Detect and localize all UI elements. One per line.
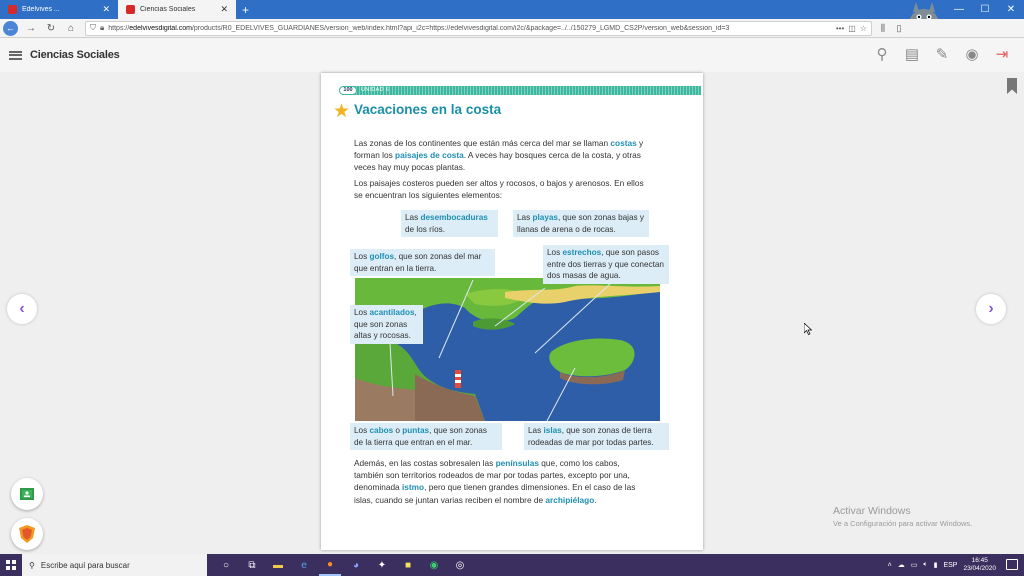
previous-page-button[interactable]: ‹ [7,294,37,324]
more-icon[interactable]: ••• [836,24,844,33]
eye-icon[interactable]: ◉ [962,44,982,64]
cloud-icon[interactable]: ☁ [898,561,905,569]
lock-icon: 🔒︎ [100,23,105,32]
callout-islas: Las islas, que son zonas de tierra rodea… [524,423,669,451]
task-view-icon[interactable]: ⧉ [241,554,263,576]
close-window-icon[interactable]: ✕ [998,0,1024,19]
file-explorer-icon[interactable]: ▬ [267,554,289,576]
address-bar[interactable]: ⛉ 🔒︎ https://edelvivesdigital.com/produc… [85,20,872,36]
app-toolbar: ⚲ ▤ ✎ ◉ ⇥ [872,44,1012,64]
keyword: archipiélago [545,494,595,505]
taskbar-apps: ○ ⧉ ▬ e ● ◕ ✦ ■ ◉ ◎ [215,554,471,576]
edelvives-favicon-icon [126,5,135,14]
browser-toolbar: ← → ↻ ⌂ ⛉ 🔒︎ https://edelvivesdigital.co… [0,19,1024,38]
coast-illustration [355,278,660,421]
callout-playas: Las playas, que son zonas bajas y llanas… [513,210,649,238]
callout-estrechos: Los estrechos, que son pasos entre dos t… [543,245,669,284]
unit-label: UNIDAD 6 [361,87,390,93]
toolbar-extensions: ⫼ ▯ [876,23,1024,34]
chevron-up-icon[interactable]: ˄ [888,562,892,569]
paragraph-peninsulas: Además, en las costas sobresalen las pen… [354,458,636,505]
next-page-button[interactable]: › [976,294,1006,324]
library-icon[interactable]: ⫼ [876,23,890,34]
shield-badge-icon [19,525,35,543]
paragraph-elements: Los paisajes costeros pueden ser altos y… [354,178,644,201]
close-icon[interactable]: ✕ [220,4,228,15]
paragraph-intro: Las zonas de los continentes que están m… [354,138,644,173]
clock-date: 23/04/2020 [963,565,996,572]
keyword: costas [610,138,637,148]
app-title: Ciencias Sociales [30,49,120,61]
callout-acantilados: Los acantilados, que son zonas altas y r… [350,305,423,344]
hamburger-menu-icon[interactable] [0,50,30,60]
classroom-button[interactable] [11,478,43,510]
watermark-title: Activar Windows [833,505,911,517]
windows-taskbar: ⚲ Escribe aquí para buscar ○ ⧉ ▬ e ● ◕ ✦… [0,554,1024,576]
clock-time: 16:45 [971,557,988,564]
tab-label: Edelvives ... [22,6,60,13]
app-icon[interactable]: ✦ [371,554,393,576]
close-icon[interactable]: ✕ [102,4,110,15]
volume-icon[interactable]: 🔈︎ [923,561,927,569]
badge-button[interactable] [11,518,43,550]
activate-windows-watermark: Activar Windows Ve a Configuración para … [833,505,972,528]
tab-edelvives[interactable]: Edelvives ... ✕ [0,0,118,19]
mouse-cursor-icon [804,323,812,335]
url-text: https://edelvivesdigital.com/products/R0… [108,24,730,32]
keyword: paisajes de costa [395,150,464,161]
system-tray: ˄ ☁ ▭ 🔈︎ ▮ ESP 16:45 23/04/2020 [888,554,996,576]
app-header: Ciencias Sociales ⚲ ▤ ✎ ◉ ⇥ [0,38,1024,72]
tab-ciencias-sociales[interactable]: Ciencias Sociales ✕ [118,0,236,19]
sticky-notes-icon[interactable]: ■ [397,554,419,576]
search-icon[interactable]: ⚲ [872,44,892,64]
edelvives-favicon-icon [8,5,17,14]
pocket-icon[interactable]: ◫ [848,24,856,33]
obs-icon[interactable]: ◎ [449,554,471,576]
lesson-title: Vacaciones en la costa [354,102,502,117]
exit-icon[interactable]: ⇥ [992,44,1012,64]
book-page: 100 UNIDAD 6 ★ Vacaciones en la costa La… [321,73,703,550]
star-icon: ★ [333,101,351,122]
pencil-icon[interactable]: ✎ [932,44,952,64]
spotify-icon[interactable]: ◉ [423,554,445,576]
forward-arrow-icon[interactable]: → [21,19,41,38]
callout-golfos: Los golfos, que son zonas del mar que en… [350,249,495,277]
network-icon[interactable]: ▭ [911,561,918,569]
windows-logo-icon [6,560,16,570]
minimize-icon[interactable]: — [946,0,972,19]
language-indicator[interactable]: ESP [943,562,957,569]
keyword: istmo [401,482,425,493]
clock[interactable]: 16:45 23/04/2020 [963,557,996,573]
index-icon[interactable]: ▤ [902,44,922,64]
sidebar-icon[interactable]: ▯ [892,23,906,34]
callout-desembocaduras: Las desembocaduras de los ríos. [401,210,498,238]
window-controls: — ☐ ✕ [946,0,1024,19]
maximize-icon[interactable]: ☐ [972,0,998,19]
edge-icon[interactable]: e [293,554,315,576]
discord-icon[interactable]: ◕ [345,554,367,576]
notifications-icon[interactable] [1006,559,1018,570]
home-icon[interactable]: ⌂ [61,19,81,38]
browser-tab-strip: Edelvives ... ✕ Ciencias Sociales ✕ + — … [0,0,1024,38]
reload-icon[interactable]: ↻ [41,19,61,38]
keyword: penínsulas [495,458,539,468]
taskbar-search-placeholder: Escribe aquí para buscar [40,560,130,570]
bookmark-star-icon[interactable]: ☆ [860,24,867,33]
back-arrow-icon[interactable]: ← [3,20,18,36]
cortana-icon[interactable]: ○ [215,554,237,576]
new-tab-button[interactable]: + [236,0,255,19]
callout-cabos: Los cabos o puntas, que son zonas de la … [350,423,502,451]
page-number: 100 [339,86,357,95]
bookmark-icon[interactable] [1007,78,1017,94]
firefox-icon[interactable]: ● [319,554,341,576]
tab-label: Ciencias Sociales [140,6,196,13]
taskbar-search-box[interactable]: ⚲ Escribe aquí para buscar [22,554,207,576]
shield-icon: ⛉ [90,23,96,32]
google-classroom-icon [20,488,34,500]
unit-header-bar: 100 UNIDAD 6 [339,86,701,95]
search-icon: ⚲ [29,560,35,570]
watermark-subtitle: Ve a Configuración para activar Windows. [833,519,973,528]
battery-icon[interactable]: ▮ [934,561,938,569]
windows-start-button[interactable] [0,554,22,576]
